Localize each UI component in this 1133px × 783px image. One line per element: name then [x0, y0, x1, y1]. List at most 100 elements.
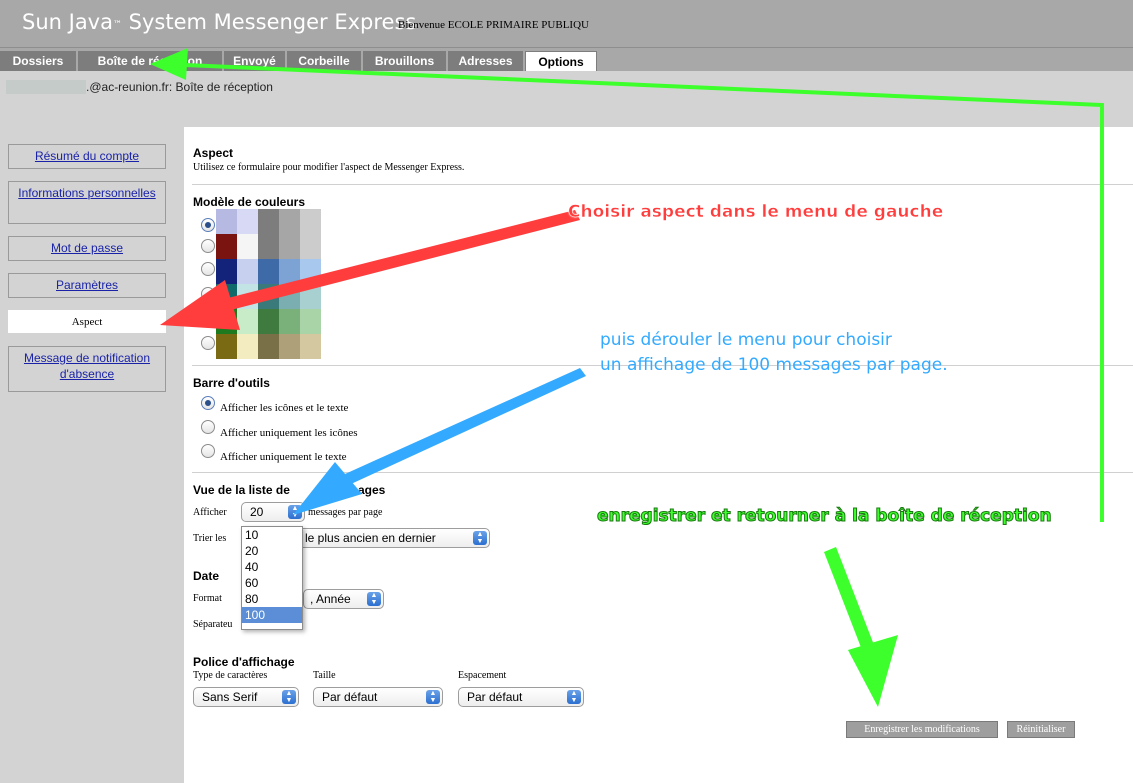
tab-options[interactable]: Options	[525, 51, 597, 72]
sidebar-item-aspect[interactable]: Aspect	[8, 310, 166, 333]
dropdown-option[interactable]: 40	[242, 559, 302, 575]
font-size-value: Par défaut	[322, 690, 378, 704]
welcome-text: Bienvenue ECOLE PRIMAIRE PUBLIQU	[398, 19, 589, 31]
color-swatch	[300, 284, 321, 309]
color-palette	[216, 234, 321, 259]
date-format-select[interactable]: , Année ▲ ▼	[303, 589, 384, 609]
toolbar-option-label: Afficher uniquement les icônes	[220, 427, 358, 439]
dropdown-option-selected[interactable]: 100	[242, 607, 302, 623]
font-type-label: Type de caractères	[193, 670, 268, 681]
separator-label: Séparateu	[193, 619, 233, 630]
sidebar-item-absence-notification[interactable]: Message de notification d'absence	[8, 346, 166, 392]
color-swatch	[300, 309, 321, 334]
per-page-label: messages par page	[308, 507, 383, 518]
app-title: Sun Java™ System Messenger Express	[22, 10, 417, 34]
color-swatch	[279, 284, 300, 309]
color-swatch	[237, 284, 258, 309]
reset-button[interactable]: Réinitialiser	[1007, 721, 1075, 738]
color-swatch	[279, 259, 300, 284]
show-label: Afficher	[193, 507, 227, 518]
toolbar-option-label: Afficher uniquement le texte	[220, 451, 347, 463]
sidebar	[0, 127, 184, 783]
color-swatch	[237, 234, 258, 259]
color-swatch	[237, 209, 258, 234]
color-swatch	[258, 259, 279, 284]
sidebar-item-password[interactable]: Mot de passe	[8, 236, 166, 261]
color-swatch	[237, 259, 258, 284]
color-swatch	[279, 234, 300, 259]
divider	[192, 184, 1133, 185]
app-header: Sun Java™ System Messenger Express Bienv…	[0, 0, 1133, 47]
color-swatch	[216, 209, 237, 234]
color-swatch	[300, 234, 321, 259]
color-swatch	[300, 259, 321, 284]
color-swatch	[279, 309, 300, 334]
font-size-select[interactable]: Par défaut ▲ ▼	[313, 687, 443, 707]
color-swatch	[279, 209, 300, 234]
toolbar-radio-text-only[interactable]	[201, 444, 215, 458]
tab-bar: Dossiers Boîte de réception Envoyé Corbe…	[0, 47, 1133, 72]
messages-per-page-value: 20	[250, 505, 264, 519]
color-model-radio-6[interactable]	[201, 336, 215, 350]
toolbar-option-label: Afficher les icônes et le texte	[220, 402, 349, 414]
color-swatch	[237, 309, 258, 334]
color-swatch	[216, 234, 237, 259]
aspect-title: Aspect	[193, 146, 234, 160]
sidebar-item-settings[interactable]: Paramètres	[8, 273, 166, 298]
date-format-value: , Année	[310, 592, 351, 606]
color-swatch	[216, 259, 237, 284]
font-type-select[interactable]: Sans Serif ▲ ▼	[193, 687, 299, 707]
tab-addresses[interactable]: Adresses	[448, 51, 524, 72]
breadcrumb: .@ac-reunion.fr: Boîte de réception	[86, 80, 273, 94]
redacted-email	[6, 80, 86, 94]
sidebar-item-personal-info[interactable]: Informations personnelles	[8, 181, 166, 224]
tab-dossiers[interactable]: Dossiers	[0, 51, 77, 72]
tab-drafts[interactable]: Brouillons	[363, 51, 447, 72]
color-model-title: Modèle de couleurs	[193, 195, 306, 209]
font-size-label: Taille	[313, 670, 336, 681]
sort-label: Trier les	[193, 533, 227, 544]
color-swatch	[216, 309, 237, 334]
color-palette	[216, 284, 321, 309]
annotation-blue-line2: un affichage de 100 messages par page.	[600, 355, 948, 375]
color-model-radio-3[interactable]	[201, 262, 215, 276]
color-swatch	[258, 284, 279, 309]
tab-inbox[interactable]: Boîte de réception	[78, 51, 223, 72]
color-model-radio-1[interactable]	[201, 218, 215, 232]
color-model-radio-2[interactable]	[201, 239, 215, 253]
sidebar-item-account-summary[interactable]: Résumé du compte	[8, 144, 166, 169]
font-spacing-select[interactable]: Par défaut ▲ ▼	[458, 687, 584, 707]
dropdown-option[interactable]: 80	[242, 591, 302, 607]
tab-trash[interactable]: Corbeille	[287, 51, 362, 72]
select-arrows-icon: ▲ ▼	[288, 505, 302, 519]
color-swatch	[300, 334, 321, 359]
font-type-value: Sans Serif	[202, 690, 258, 704]
select-arrows-icon: ▲ ▼	[473, 531, 487, 545]
dropdown-option[interactable]: 60	[242, 575, 302, 591]
font-spacing-label: Espacement	[458, 670, 507, 681]
messages-per-page-select[interactable]: 20 ▲ ▼	[241, 502, 305, 522]
color-palette	[216, 209, 321, 234]
tab-sent[interactable]: Envoyé	[224, 51, 286, 72]
sort-order-select[interactable]: le plus ancien en dernier ▲ ▼	[298, 528, 490, 548]
dropdown-option[interactable]: 10	[242, 527, 302, 543]
color-swatch	[300, 209, 321, 234]
list-view-title: Vue de la liste de ages	[193, 483, 386, 497]
divider	[192, 472, 1133, 473]
color-swatch	[258, 234, 279, 259]
date-title: Date	[193, 569, 220, 583]
aspect-description: Utilisez ce formulaire pour modifier l'a…	[193, 162, 465, 173]
color-model-radio-5[interactable]	[201, 313, 215, 327]
color-palette	[216, 309, 321, 334]
color-model-radio-4[interactable]	[201, 287, 215, 301]
annotation-red: Choisir aspect dans le menu de gauche	[568, 202, 944, 223]
color-swatch	[237, 334, 258, 359]
dropdown-option[interactable]: 20	[242, 543, 302, 559]
toolbar-radio-icons-text[interactable]	[201, 396, 215, 410]
select-arrows-icon: ▲ ▼	[367, 592, 381, 606]
font-title: Police d'affichage	[193, 655, 295, 669]
messages-per-page-dropdown[interactable]: 10 20 40 60 80 100	[241, 526, 303, 630]
toolbar-radio-icons-only[interactable]	[201, 420, 215, 434]
annotation-blue-line1: puis dérouler le menu pour choisir	[600, 330, 892, 350]
save-button[interactable]: Enregistrer les modifications	[846, 721, 998, 738]
